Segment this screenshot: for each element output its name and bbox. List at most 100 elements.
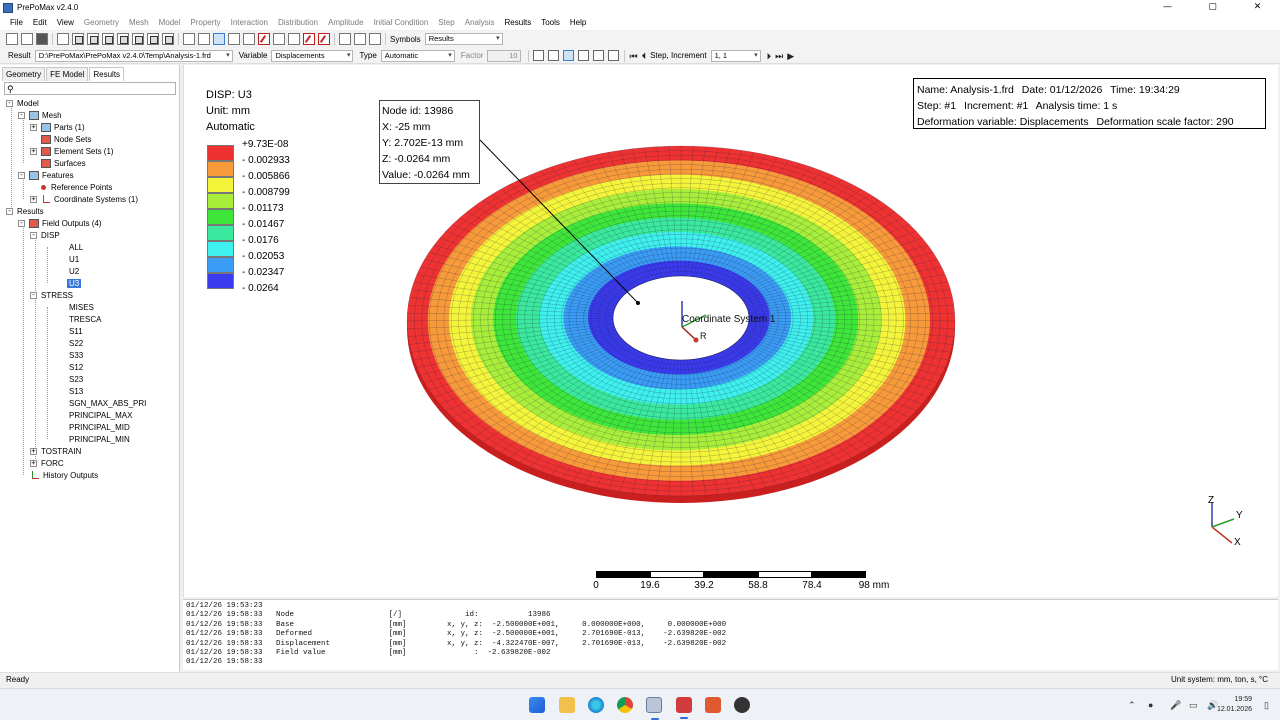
view-isometric-icon[interactable] <box>162 33 174 45</box>
analysis-info-box[interactable]: Name: Analysis-1.frd Date: 01/12/2026 Ti… <box>913 78 1266 129</box>
tree-node-results[interactable]: - Results <box>6 205 44 217</box>
tree-node-node-sets[interactable]: Node Sets <box>41 133 91 145</box>
tree-node-surfaces[interactable]: Surfaces <box>41 157 86 169</box>
tree-node-stress-s12[interactable]: S12 <box>69 361 83 373</box>
open-file-icon[interactable] <box>21 33 33 45</box>
menu-item-model[interactable]: Model <box>154 15 186 30</box>
tree-node-coordinate-systems[interactable]: + Coordinate Systems (1) <box>30 193 138 205</box>
tree-node-forc[interactable]: + FORC <box>30 457 64 469</box>
file-explorer-icon[interactable] <box>559 697 575 713</box>
node-query-annotation[interactable]: Node id: 13986 X: -25 mm Y: 2.702E-13 mm… <box>379 100 480 184</box>
view-top-icon[interactable] <box>102 33 114 45</box>
tree-node-stress-principal-max[interactable]: PRINCIPAL_MAX <box>69 409 132 421</box>
prepomax-taskbar-icon[interactable] <box>676 697 692 719</box>
model-edges-icon[interactable] <box>228 33 240 45</box>
tree-node-stress-principal-min[interactable]: PRINCIPAL_MIN <box>69 433 130 445</box>
save-icon[interactable] <box>36 33 48 45</box>
animation-icon[interactable] <box>593 50 605 61</box>
variable-select[interactable]: Displacements ▾ <box>271 49 354 62</box>
factor-input[interactable]: 10 <box>487 49 522 62</box>
tree-node-tostrain[interactable]: + TOSTRAIN <box>30 445 81 457</box>
app-icon-x[interactable] <box>705 697 721 713</box>
show-icon[interactable] <box>339 33 351 45</box>
clock[interactable]: 19:59 12.01.2026 <box>1217 695 1252 715</box>
remove-annotations-icon[interactable] <box>318 33 330 45</box>
view-bottom-icon[interactable] <box>117 33 129 45</box>
menu-item-tools[interactable]: Tools <box>536 15 565 30</box>
expand-icon[interactable]: + <box>30 123 37 131</box>
tree-node-parts[interactable]: + Parts (1) <box>30 121 85 133</box>
transform-icon[interactable] <box>273 33 285 45</box>
tab-geometry[interactable]: Geometry <box>2 67 46 81</box>
tree-node-field-outputs[interactable]: - Field Outputs (4) <box>18 217 102 229</box>
tree-node-model[interactable]: - Model <box>6 97 39 109</box>
menu-item-geometry[interactable]: Geometry <box>79 15 124 30</box>
tree-node-stress-s23[interactable]: S23 <box>69 373 83 385</box>
hide-icon[interactable] <box>354 33 366 45</box>
app-icon-dark[interactable] <box>734 697 750 713</box>
section-view-icon[interactable] <box>243 33 255 45</box>
expand-icon[interactable]: + <box>30 147 37 155</box>
render-mode-icon[interactable] <box>183 33 195 45</box>
expand-icon[interactable]: + <box>30 195 37 203</box>
tree-node-stress-s33[interactable]: S33 <box>69 349 83 361</box>
menu-item-results[interactable]: Results <box>500 15 537 30</box>
symbols-select[interactable]: Results ▾ <box>424 33 503 45</box>
result-file-select[interactable]: D:\PrePoMax\PrePoMax v2.4.0\Temp\Analysi… <box>34 49 233 62</box>
menu-item-edit[interactable]: Edit <box>28 15 52 30</box>
start-icon[interactable] <box>529 697 545 713</box>
menu-item-help[interactable]: Help <box>565 15 591 30</box>
tree-node-stress-tresca[interactable]: TRESCA <box>69 313 101 325</box>
menu-item-amplitude[interactable]: Amplitude <box>323 15 369 30</box>
first-increment-icon[interactable]: ⏮ <box>629 50 637 62</box>
menu-item-analysis[interactable]: Analysis <box>460 15 500 30</box>
chevron-up-icon[interactable]: ⌃ <box>1128 699 1136 711</box>
chrome-icon[interactable] <box>617 697 633 713</box>
collapse-icon[interactable]: - <box>18 171 25 179</box>
measure-icon[interactable] <box>303 33 315 45</box>
tree-node-stress-mises[interactable]: MISES <box>69 301 94 313</box>
tree-node-stress-s22[interactable]: S22 <box>69 337 83 349</box>
wireframe-icon[interactable] <box>198 33 210 45</box>
tree-node-disp-all[interactable]: ALL <box>69 241 83 253</box>
last-increment-icon[interactable]: ⏭ <box>775 50 783 62</box>
tab-results[interactable]: Results <box>89 67 125 81</box>
tree-node-stress-principal-mid[interactable]: PRINCIPAL_MID <box>69 421 130 433</box>
tree-node-element-sets[interactable]: + Element Sets (1) <box>30 145 114 157</box>
notification-icon[interactable]: ▯ <box>1264 699 1269 711</box>
element-edges-icon[interactable] <box>213 33 225 45</box>
tree-node-mesh[interactable]: - Mesh <box>18 109 62 121</box>
collapse-icon[interactable]: - <box>30 291 37 299</box>
tree-node-reference-points[interactable]: Reference Points <box>38 181 112 193</box>
show-only-icon[interactable] <box>369 33 381 45</box>
view-left-icon[interactable] <box>132 33 144 45</box>
collapse-icon[interactable]: - <box>6 207 13 215</box>
menu-item-mesh[interactable]: Mesh <box>124 15 154 30</box>
tree-node-disp-u1[interactable]: U1 <box>69 253 79 265</box>
tree-node-stress-s13[interactable]: S13 <box>69 385 83 397</box>
undeformed-wireframe-icon[interactable] <box>578 50 590 61</box>
collapse-icon[interactable]: - <box>30 231 37 239</box>
step-increment-select[interactable]: 1, 1 ▾ <box>710 49 761 62</box>
play-icon[interactable]: ▶ <box>787 50 794 62</box>
next-increment-icon[interactable]: ⏵ <box>767 50 772 62</box>
tree-node-stress-s11[interactable]: S11 <box>69 325 83 337</box>
expand-icon[interactable]: + <box>30 447 37 455</box>
result-contour-plot[interactable]: Coordinate System 1 R <box>184 65 1279 597</box>
tree-node-history-outputs[interactable]: History Outputs <box>30 469 98 481</box>
menu-item-property[interactable]: Property <box>185 15 225 30</box>
network-icon[interactable]: ▭ <box>1189 699 1198 711</box>
menu-item-interaction[interactable]: Interaction <box>226 15 273 30</box>
menu-item-file[interactable]: File <box>5 15 28 30</box>
undeformed-icon[interactable] <box>533 50 545 61</box>
menu-item-view[interactable]: View <box>52 15 79 30</box>
tree-node-disp-u2[interactable]: U2 <box>69 265 79 277</box>
menu-item-initial-condition[interactable]: Initial Condition <box>369 15 434 30</box>
view-back-icon[interactable] <box>87 33 99 45</box>
tree-node-stress-sgn-max-abs-pri[interactable]: SGN_MAX_ABS_PRI <box>69 397 146 409</box>
microphone-icon[interactable]: 🎤 <box>1170 699 1181 711</box>
query-icon[interactable] <box>288 33 300 45</box>
tray-app-icon[interactable]: ● <box>1148 699 1153 711</box>
tree-node-disp-u3[interactable]: U3 <box>67 277 82 289</box>
tree-search-input[interactable]: ⚲ <box>4 82 176 95</box>
